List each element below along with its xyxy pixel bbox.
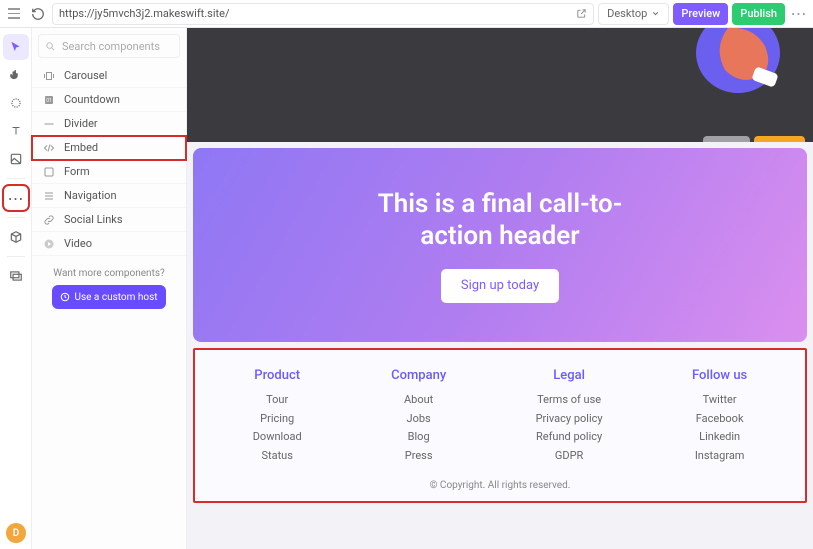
image-tool-icon[interactable] [3,146,29,172]
copyright-text: © Copyright. All rights reserved. [213,480,787,491]
component-video[interactable]: Video [32,232,186,256]
more-icon[interactable]: ⋯ [789,4,809,24]
svg-text:01: 01 [46,98,52,104]
footer-link[interactable]: Jobs [391,410,446,429]
search-input[interactable]: Search components [38,34,180,58]
divider-icon [42,117,56,131]
footer-col-product: Product Tour Pricing Download Status [253,368,302,466]
layers-tool-icon[interactable] [3,263,29,289]
panel-footer: Want more components? Use a custom host [40,268,178,309]
selection-icon[interactable] [3,90,29,116]
footer-col-company: Company About Jobs Blog Press [391,368,446,466]
url-text: https://jy5mvch3j2.makeswift.site/ [59,7,229,20]
footer-col-legal: Legal Terms of use Privacy policy Refund… [536,368,603,466]
search-icon [45,41,56,52]
publish-button[interactable]: Publish [732,3,785,25]
more-tools-icon[interactable]: ⋯ [3,185,29,211]
reload-button[interactable] [28,4,48,24]
footer-link[interactable]: Linkedin [692,428,747,447]
footer-link[interactable]: Download [253,428,302,447]
user-avatar[interactable]: D [6,523,26,543]
component-navigation[interactable]: Navigation [32,184,186,208]
chevron-down-icon [651,9,660,18]
footer-section[interactable]: Product Tour Pricing Download Status Com… [193,348,807,503]
footer-link[interactable]: Refund policy [536,428,603,447]
carousel-icon [42,69,56,83]
cursor-tool-icon[interactable] [3,34,29,60]
cta-heading: This is a final call-to- action header [378,188,623,253]
box-tool-icon[interactable] [3,224,29,250]
component-carousel[interactable]: Carousel [32,64,186,88]
component-list: Carousel 01Countdown Divider Embed Form … [32,64,186,256]
save-button[interactable]: Save [754,136,805,142]
left-rail: ⋯ [0,28,32,549]
canvas[interactable]: Cancel Save This is a final call-to- act… [187,28,813,549]
custom-host-button[interactable]: Use a custom host [52,285,165,309]
hero-dark-section[interactable]: Cancel Save [187,28,813,142]
cta-button[interactable]: Sign up today [441,269,559,303]
preview-button[interactable]: Preview [673,3,728,25]
footer-link[interactable]: Instagram [692,447,747,466]
footer-link[interactable]: Blog [391,428,446,447]
hand-tool-icon[interactable] [3,62,29,88]
footer-link[interactable]: GDPR [536,447,603,466]
url-bar[interactable]: https://jy5mvch3j2.makeswift.site/ [52,3,594,25]
footer-question: Want more components? [40,268,178,279]
footer-link[interactable]: Status [253,447,302,466]
countdown-icon: 01 [42,93,56,107]
component-divider[interactable]: Divider [32,112,186,136]
footer-link[interactable]: Twitter [692,391,747,410]
footer-link[interactable]: Facebook [692,410,747,429]
cta-section[interactable]: This is a final call-to- action header S… [193,148,807,342]
components-panel: Search components Carousel 01Countdown D… [32,28,187,549]
footer-link[interactable]: Pricing [253,410,302,429]
embed-icon [42,141,56,155]
social-icon [42,213,56,227]
save-bar: Cancel Save [703,136,805,142]
footer-link[interactable]: Tour [253,391,302,410]
device-selector[interactable]: Desktop [598,3,669,25]
footer-col-follow: Follow us Twitter Facebook Linkedin Inst… [692,368,747,466]
footer-link[interactable]: Privacy policy [536,410,603,429]
footer-link[interactable]: Press [391,447,446,466]
footer-link[interactable]: Terms of use [536,391,603,410]
topbar: https://jy5mvch3j2.makeswift.site/ Deskt… [0,0,813,28]
text-tool-icon[interactable] [3,118,29,144]
hero-illustration [653,28,793,118]
component-social-links[interactable]: Social Links [32,208,186,232]
open-external-icon[interactable] [576,8,587,19]
menu-icon[interactable] [4,4,24,24]
navigation-icon [42,189,56,203]
form-icon [42,165,56,179]
footer-link[interactable]: About [391,391,446,410]
host-icon [60,292,70,302]
component-countdown[interactable]: 01Countdown [32,88,186,112]
cancel-button[interactable]: Cancel [703,136,749,142]
video-icon [42,237,56,251]
component-form[interactable]: Form [32,160,186,184]
component-embed[interactable]: Embed [32,136,186,160]
